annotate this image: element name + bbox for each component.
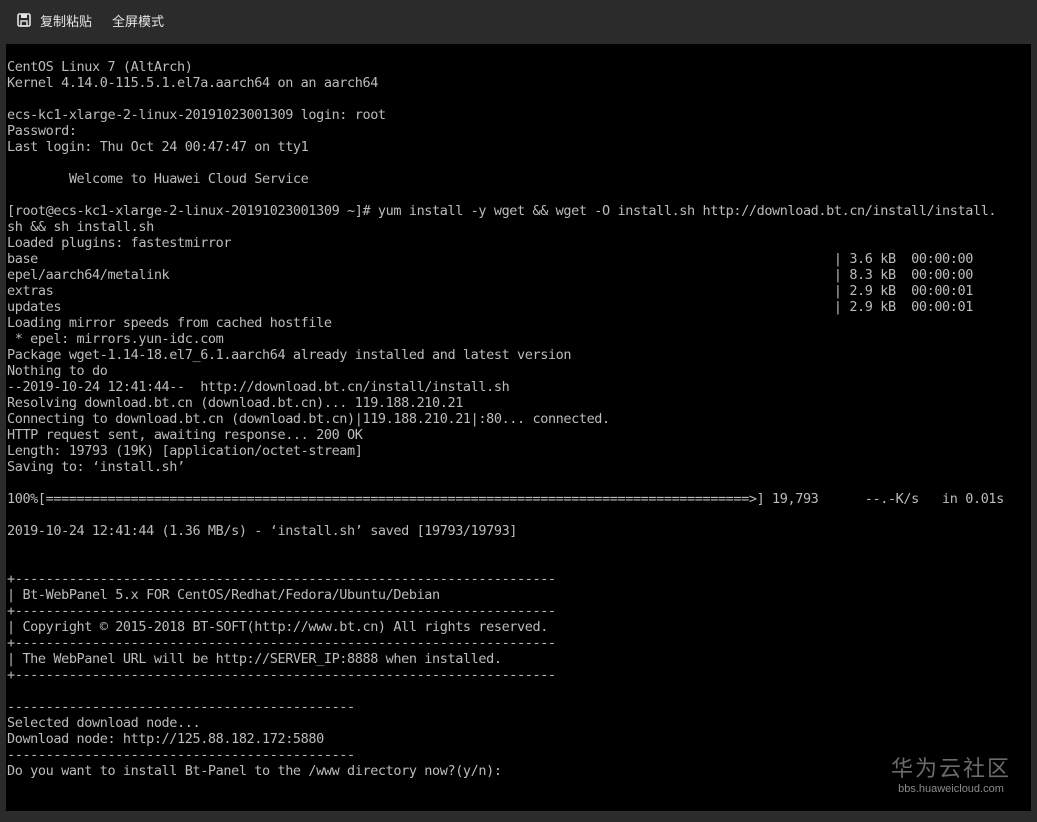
fullscreen-label: 全屏模式 [112, 14, 165, 30]
terminal-line: | Bt-WebPanel 5.x FOR CentOS/Redhat/Fedo… [7, 587, 440, 603]
watermark: 华为云社区 bbs.huaweicloud.com [891, 751, 1011, 795]
terminal-line: | The WebPanel URL will be http://SERVER… [7, 651, 502, 667]
terminal-line: --2019-10-24 12:41:44-- http://download.… [7, 379, 510, 395]
terminal-line: Download node: http://125.88.182.172:588… [7, 731, 324, 747]
bottom-bar [0, 811, 1037, 822]
terminal-line: Nothing to do [7, 363, 108, 379]
terminal-line: Saving to: ‘install.sh’ [7, 459, 185, 475]
terminal-line: Password: [7, 123, 77, 139]
terminal-line: extras | 2.9 kB 00:00:01 [7, 283, 973, 299]
terminal-line: +---------------------------------------… [7, 667, 556, 683]
terminal-line: | Copyright © 2015-2018 BT-SOFT(http://w… [7, 619, 548, 635]
terminal-line: CentOS Linux 7 (AltArch) [7, 59, 193, 75]
terminal-line: ----------------------------------------… [7, 699, 355, 715]
terminal-line: base | 3.6 kB 00:00:00 [7, 251, 973, 267]
watermark-url: bbs.huaweicloud.com [898, 783, 1004, 795]
terminal-line: * epel: mirrors.yun-idc.com [7, 331, 224, 347]
terminal-line: [root@ecs-kc1-xlarge-2-linux-20191023001… [7, 203, 997, 219]
terminal-line: Do you want to install Bt-Panel to the /… [7, 763, 502, 779]
terminal-line: updates | 2.9 kB 00:00:01 [7, 299, 973, 315]
terminal-line: Last login: Thu Oct 24 00:47:47 on tty1 [7, 139, 309, 155]
terminal-line: sh && sh install.sh [7, 219, 154, 235]
terminal-line: epel/aarch64/metalink | 8.3 kB 00:00:00 [7, 267, 973, 283]
terminal-line: ecs-kc1-xlarge-2-linux-20191023001309 lo… [7, 107, 386, 123]
terminal-line: +---------------------------------------… [7, 603, 556, 619]
terminal-line: Loaded plugins: fastestmirror [7, 235, 232, 251]
terminal-line: +---------------------------------------… [7, 635, 556, 651]
terminal-line: Resolving download.bt.cn (download.bt.cn… [7, 395, 463, 411]
terminal-line: 2019-10-24 12:41:44 (1.36 MB/s) - ‘insta… [7, 523, 518, 539]
watermark-title: 华为云社区 [890, 757, 1011, 782]
terminal-line: Length: 19793 (19K) [application/octet-s… [7, 443, 363, 459]
terminal-line: ----------------------------------------… [7, 747, 355, 763]
terminal-line: 100%[===================================… [7, 491, 1004, 507]
copy-paste-label: 复制粘贴 [40, 14, 93, 30]
save-icon [16, 12, 32, 28]
terminal-line: HTTP request sent, awaiting response... … [7, 427, 363, 443]
fullscreen-button[interactable]: 全屏模式 [112, 11, 164, 30]
terminal-output: CentOS Linux 7 (AltArch) Kernel 4.14.0-1… [6, 44, 1031, 779]
terminal-line: +---------------------------------------… [7, 571, 556, 587]
terminal-line: Connecting to download.bt.cn (download.b… [7, 411, 610, 427]
terminal-line: Welcome to Huawei Cloud Service [7, 171, 309, 187]
toolbar: 复制粘贴 全屏模式 [0, 0, 1037, 40]
copy-paste-button[interactable]: 复制粘贴 [16, 11, 92, 30]
terminal-line: Selected download node... [7, 715, 201, 731]
terminal-line: Kernel 4.14.0-115.5.1.el7a.aarch64 on an… [7, 75, 378, 91]
terminal-line: Loading mirror speeds from cached hostfi… [7, 315, 332, 331]
terminal-console[interactable]: CentOS Linux 7 (AltArch) Kernel 4.14.0-1… [6, 44, 1031, 811]
terminal-line: Package wget-1.14-18.el7_6.1.aarch64 alr… [7, 347, 572, 363]
